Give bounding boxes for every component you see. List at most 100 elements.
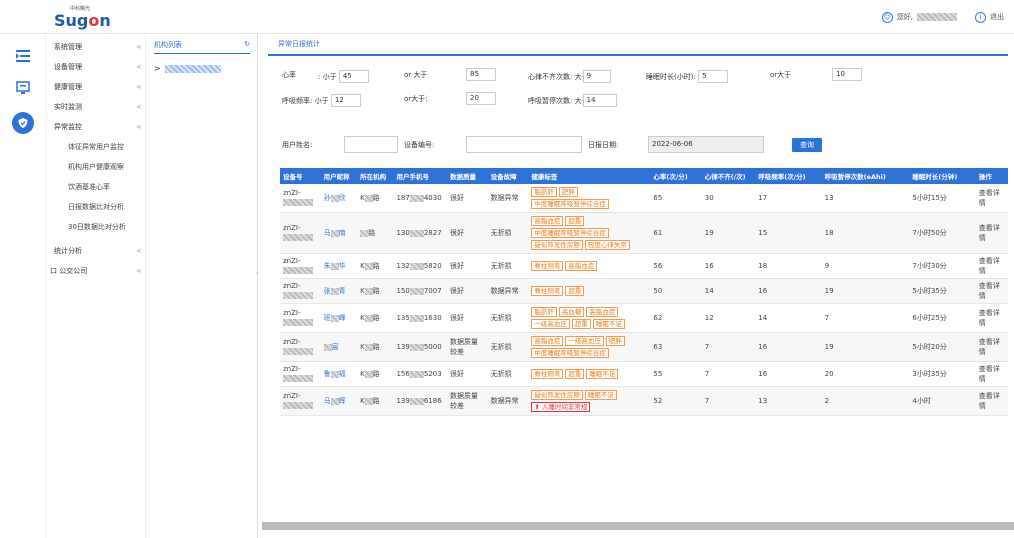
view-detail-link[interactable]: 查看详情 bbox=[975, 332, 1008, 362]
health-tag: 一级高血压 bbox=[565, 336, 604, 346]
sleep-cell: 5小时35分 bbox=[909, 278, 976, 304]
nickname-cell[interactable]: 孙欣 bbox=[320, 184, 358, 213]
sleep-lt-input[interactable]: 5 bbox=[698, 70, 729, 83]
chevron-left-icon: < bbox=[136, 43, 142, 51]
sleep-cell: 5小时20分 bbox=[909, 332, 976, 362]
org-tree-item[interactable]: > bbox=[154, 64, 221, 73]
quality-cell: 数据质量较差 bbox=[446, 386, 488, 416]
tags-cell: 脂肪肝 高血糖 高脂血症一级高血压 超重 睡眠不足 bbox=[528, 303, 651, 333]
phone-cell: 139 6186 bbox=[393, 386, 447, 416]
hr-gt-wrap: 85 bbox=[466, 68, 496, 81]
chevron-left-icon: < bbox=[136, 103, 142, 111]
health-tag: 中度睡眠呼吸暂停综合症 bbox=[531, 228, 609, 238]
date-input[interactable]: 2022-06-06 bbox=[648, 136, 764, 153]
nickname-cell[interactable]: 班峰 bbox=[320, 303, 358, 333]
tags-cell: 脊柱侧弯 高脂血症 bbox=[528, 253, 651, 279]
query-button[interactable]: 查询 bbox=[792, 138, 822, 152]
hr-cell: 52 bbox=[650, 386, 702, 416]
masked-text bbox=[364, 314, 373, 322]
hr-lt-input[interactable]: 45 bbox=[338, 70, 369, 83]
sleep-group: 睡眠时长(小时): 5 bbox=[646, 70, 729, 83]
menu-item-realtime[interactable]: 实时监测 < bbox=[54, 100, 142, 114]
logout-link[interactable]: 退出 bbox=[990, 12, 1004, 22]
irr-input[interactable]: 9 bbox=[582, 70, 611, 83]
table-row: znZI- 朱华 K 路 132 5820 很好 无折损 脊柱侧弯 高脂血症 56 16 18 9 7小时3… bbox=[280, 253, 1008, 279]
health-tag: 中度睡眠呼吸暂停综合症 bbox=[531, 348, 609, 358]
rr-lt-input[interactable]: 12 bbox=[330, 94, 361, 107]
shield-icon[interactable] bbox=[12, 112, 34, 134]
column-header: 所在机构 bbox=[357, 168, 394, 184]
view-detail-link[interactable]: 查看详情 bbox=[975, 253, 1008, 279]
menu-item-device[interactable]: 设备管理 < bbox=[54, 60, 142, 74]
org-list-header: 机构列表 ↻ bbox=[154, 40, 250, 54]
view-detail-link[interactable]: 查看详情 bbox=[975, 361, 1008, 387]
hr-lt-group: : 小于 45 bbox=[318, 70, 369, 83]
view-detail-link[interactable]: 查看详情 bbox=[975, 386, 1008, 416]
tags-cell: 高脂血症 一级高血压 肥胖中度睡眠呼吸暂停综合症 bbox=[528, 332, 651, 362]
health-tag: 脊柱侧弯 bbox=[531, 286, 564, 296]
health-tag: 睡眠不足 bbox=[592, 319, 625, 329]
apnea-input[interactable]: 14 bbox=[582, 94, 617, 107]
device-input[interactable] bbox=[466, 136, 582, 153]
menu-item-bus-company[interactable]: 口 公交公司 < bbox=[50, 264, 142, 278]
menu-toggle-icon[interactable] bbox=[13, 46, 33, 66]
submenu-item-0[interactable]: 体征异常用户监控 bbox=[68, 140, 142, 154]
apnea-cell: 20 bbox=[821, 361, 910, 387]
sleep-gt-input[interactable]: 10 bbox=[832, 68, 862, 81]
icon-bar bbox=[0, 34, 46, 538]
nickname-cell[interactable]: 鲁福 bbox=[320, 361, 358, 387]
submenu-item-1[interactable]: 机构用户健康观察 bbox=[68, 160, 142, 174]
health-tag: 疑似阵发性房颤 bbox=[531, 390, 583, 400]
fault-cell: 无折损 bbox=[487, 332, 529, 362]
device-id-cell: znZI- bbox=[280, 278, 321, 304]
menu-item-health[interactable]: 健康管理 < bbox=[54, 80, 142, 94]
device-id-cell: znZI- bbox=[280, 332, 321, 362]
tags-cell: 高脂血症 超重中度睡眠呼吸暂停综合症疑似阵发性房颤 轻度心律失常 bbox=[528, 212, 651, 254]
nickname-cell[interactable]: 马南 bbox=[320, 212, 358, 254]
submenu-item-3[interactable]: 日报数据比对分析 bbox=[68, 200, 142, 214]
masked-text bbox=[409, 194, 424, 202]
expand-icon[interactable]: > bbox=[154, 64, 161, 73]
apnea-cell: 19 bbox=[821, 278, 910, 304]
greeting: 您好, bbox=[896, 13, 913, 21]
nickname-cell[interactable]: 马辉 bbox=[320, 386, 358, 416]
submenu-item-2[interactable]: 饮酒基准心率 bbox=[68, 180, 142, 194]
health-tag: 高脂血症 bbox=[586, 307, 619, 317]
menu-item-system[interactable]: 系统管理 < bbox=[54, 40, 142, 54]
hr-cell: 63 bbox=[650, 332, 702, 362]
column-header: 用户昵称 bbox=[320, 168, 358, 184]
monitor-icon[interactable] bbox=[13, 78, 33, 98]
masked-text bbox=[409, 370, 424, 378]
masked-text bbox=[409, 262, 424, 270]
health-tag: 一级高血压 bbox=[531, 319, 570, 329]
apnea-cell: 13 bbox=[821, 184, 910, 213]
tab-abnormal-daily[interactable]: 异常日报统计 bbox=[278, 39, 320, 49]
view-detail-link[interactable]: 查看详情 bbox=[975, 278, 1008, 304]
health-tag: 超重 bbox=[565, 286, 585, 296]
masked-text bbox=[283, 318, 313, 326]
rr-cell: 17 bbox=[755, 184, 822, 213]
column-header: 设备故障 bbox=[487, 168, 529, 184]
username-input[interactable] bbox=[344, 136, 398, 153]
view-detail-link[interactable]: 查看详情 bbox=[975, 303, 1008, 333]
column-header: 健康标签 bbox=[528, 168, 651, 184]
horizontal-scrollbar[interactable] bbox=[262, 522, 1014, 530]
rr-gt-input[interactable]: 20 bbox=[466, 92, 496, 105]
nickname-cell[interactable]: 张青 bbox=[320, 278, 358, 304]
masked-text bbox=[283, 291, 313, 299]
submenu-item-4[interactable]: 30日数据比对分析 bbox=[68, 220, 142, 234]
view-detail-link[interactable]: 查看详情 bbox=[975, 184, 1008, 213]
view-detail-link[interactable]: 查看详情 bbox=[975, 212, 1008, 254]
health-tag: 超重 bbox=[571, 319, 591, 329]
device-id-cell: znZI- bbox=[280, 253, 321, 279]
sleep-cell: 7小时30分 bbox=[909, 253, 976, 279]
menu-item-stats[interactable]: 统计分析 < bbox=[54, 244, 142, 258]
nickname-cell[interactable]: 宸 bbox=[320, 332, 358, 362]
hr-gt-input[interactable]: 85 bbox=[466, 68, 496, 81]
nickname-cell[interactable]: 朱华 bbox=[320, 253, 358, 279]
menu-item-abnormal[interactable]: 异常监控 < bbox=[54, 120, 142, 134]
hr-cell: 65 bbox=[650, 184, 702, 213]
masked-text bbox=[409, 343, 424, 351]
logout-icon[interactable]: i bbox=[975, 11, 986, 23]
refresh-icon[interactable]: ↻ bbox=[244, 40, 250, 53]
